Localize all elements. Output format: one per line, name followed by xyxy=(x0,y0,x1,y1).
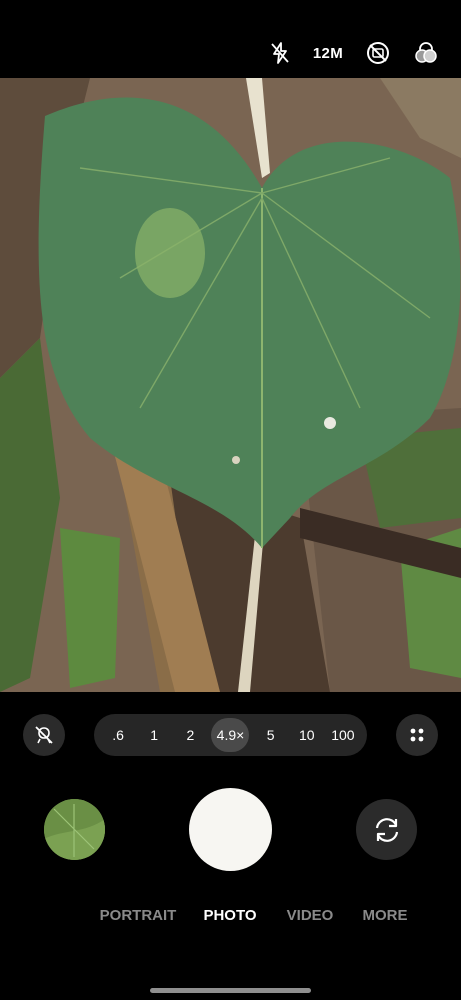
zoom-option-100[interactable]: 100 xyxy=(328,718,358,752)
top-bar: 12M xyxy=(0,0,461,78)
leaf-preview xyxy=(0,78,461,692)
flash-off-icon[interactable] xyxy=(269,40,291,66)
filters-icon[interactable] xyxy=(413,40,439,66)
mode-portrait[interactable]: PORTRAIT xyxy=(100,907,177,924)
switch-camera-icon[interactable] xyxy=(356,799,417,860)
scene-optimizer-off-icon[interactable] xyxy=(23,714,65,756)
zoom-option-2[interactable]: 2 xyxy=(175,718,205,752)
zoom-option-1[interactable]: 1 xyxy=(139,718,169,752)
mode-photo[interactable]: PHOTO xyxy=(203,907,256,924)
zoom-option-selected[interactable]: 4.9× xyxy=(211,718,250,752)
zoom-option-10[interactable]: 10 xyxy=(292,718,322,752)
top-controls: 12M xyxy=(269,40,439,66)
mode-more[interactable]: MORE xyxy=(363,907,408,924)
more-options-dots-icon[interactable] xyxy=(396,714,438,756)
gallery-thumbnail[interactable] xyxy=(44,799,105,860)
motion-photo-off-icon[interactable] xyxy=(365,40,391,66)
zoom-option-5[interactable]: 5 xyxy=(256,718,286,752)
camera-viewfinder[interactable] xyxy=(0,78,461,692)
resolution-button[interactable]: 12M xyxy=(313,40,343,66)
zoom-selector: .6 1 2 4.9× 5 10 100 xyxy=(94,714,367,756)
home-indicator[interactable] xyxy=(150,988,311,993)
shutter-button[interactable] xyxy=(189,788,272,871)
mode-video[interactable]: VIDEO xyxy=(287,907,334,924)
zoom-row: .6 1 2 4.9× 5 10 100 xyxy=(0,712,461,758)
zoom-option-0-6[interactable]: .6 xyxy=(103,718,133,752)
mode-selector: PORTRAIT PHOTO VIDEO MORE xyxy=(0,907,461,935)
